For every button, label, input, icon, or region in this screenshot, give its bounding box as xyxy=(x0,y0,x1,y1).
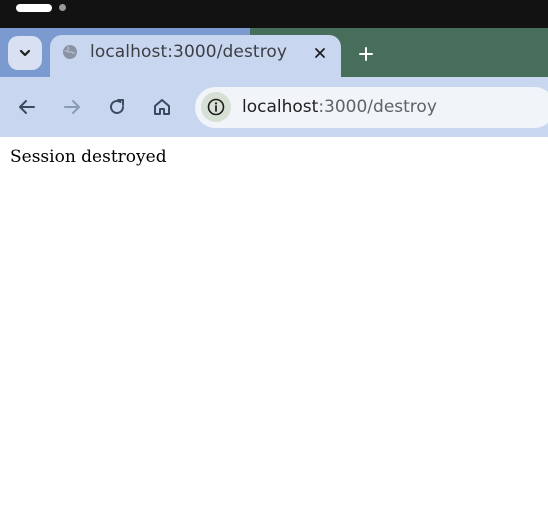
tab-search-button[interactable] xyxy=(8,36,42,70)
chevron-down-icon xyxy=(19,49,31,57)
plus-icon xyxy=(359,47,373,61)
arrow-right-icon xyxy=(64,100,80,114)
forward-button[interactable] xyxy=(59,94,85,120)
reload-icon xyxy=(110,99,124,114)
system-indicator-dot xyxy=(59,4,66,11)
new-tab-button[interactable] xyxy=(353,41,379,67)
page-content xyxy=(0,137,548,519)
system-status-bar xyxy=(0,0,548,28)
globe-icon xyxy=(63,45,77,59)
home-icon xyxy=(154,99,170,115)
close-icon xyxy=(315,48,325,58)
tab-close-button[interactable] xyxy=(310,43,330,63)
url-host: localhost xyxy=(242,97,319,117)
reload-button[interactable] xyxy=(104,94,130,120)
back-button[interactable] xyxy=(14,94,40,120)
home-button[interactable] xyxy=(149,94,175,120)
system-activity-pill xyxy=(16,4,52,12)
address-bar-url[interactable]: localhost:3000/destroy xyxy=(242,97,437,117)
page-message: Session destroyed xyxy=(10,147,167,167)
site-info-button[interactable] xyxy=(201,92,231,122)
url-path: :3000/destroy xyxy=(318,97,437,117)
arrow-left-icon xyxy=(19,100,35,114)
tab-title: localhost:3000/destroy xyxy=(90,42,288,62)
info-icon xyxy=(207,98,225,116)
